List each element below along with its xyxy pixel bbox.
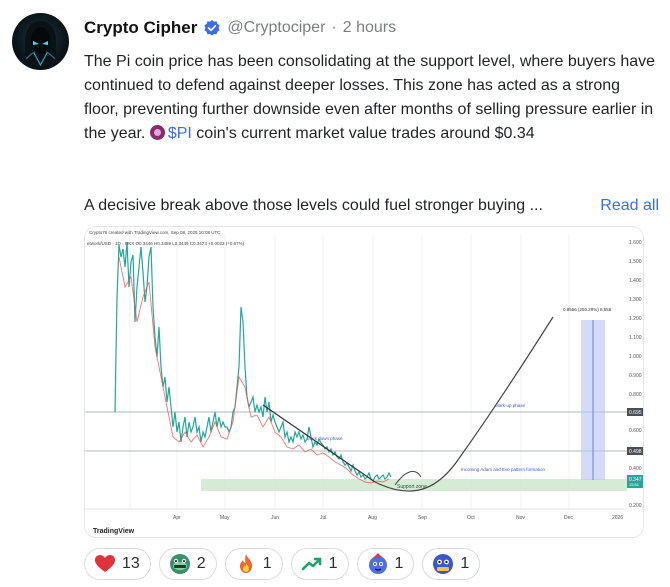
post-teaser: A decisive break above those levels coul… <box>84 194 659 218</box>
price-chart: 1.600 1.500 1.400 1.300 1.200 1.100 1.00… <box>85 227 643 537</box>
verified-badge-icon <box>204 20 220 36</box>
author-name[interactable]: Crypto Cipher <box>84 18 197 38</box>
reaction-pump[interactable]: 1 <box>422 548 481 580</box>
chart-header-credit: Crypto76 created with TradingView.com, S… <box>89 230 221 235</box>
price-tag-time: 15:51 <box>629 482 640 487</box>
author-handle[interactable]: @Cryptociper <box>227 19 325 37</box>
avatar[interactable] <box>12 13 69 70</box>
price-tag-upper: 0.695 <box>629 410 642 416</box>
markup-annotation: Mark-up phase <box>495 403 526 408</box>
reaction-count: 1 <box>328 555 338 572</box>
price-tag-mid: 0.498 <box>629 449 642 455</box>
reaction-count: 1 <box>262 555 272 572</box>
pi-coin-icon <box>149 125 165 140</box>
ticker-link[interactable]: $PI <box>168 125 192 142</box>
trending-up-icon <box>301 557 321 571</box>
teaser-text: A decisive break above those levels coul… <box>84 197 526 214</box>
y-tick-label: 0.600 <box>629 428 642 434</box>
post-time[interactable]: 2 hours <box>343 19 396 37</box>
chart-image[interactable]: 1.600 1.500 1.400 1.300 1.200 1.100 1.00… <box>84 226 644 538</box>
y-tick-label: 1.600 <box>629 240 642 246</box>
reactions-bar: 13 2 1 1 1 1 <box>84 548 481 580</box>
ellipsis: ... <box>529 197 543 214</box>
moon-frog-icon <box>169 554 190 574</box>
x-tick-label: Sep <box>418 515 427 521</box>
reaction-fire[interactable]: 1 <box>224 548 283 580</box>
x-tick-label: May <box>220 515 230 521</box>
post-header: Crypto Cipher @Cryptociper · 2 hours <box>84 17 396 39</box>
reaction-rocket[interactable]: 1 <box>356 548 415 580</box>
tradingview-watermark: TradingView <box>93 528 135 535</box>
x-tick-label: Dec <box>564 515 573 521</box>
hooded-figure-icon <box>25 21 56 67</box>
x-tick-label: Aug <box>368 515 377 521</box>
markdown-annotation: Mark down phase <box>307 436 343 441</box>
reaction-trending[interactable]: 1 <box>290 548 349 580</box>
y-tick-label: 1.400 <box>629 278 642 284</box>
y-tick-label: 0.900 <box>629 373 642 379</box>
reaction-heart[interactable]: 13 <box>84 548 151 580</box>
x-tick-label: Apr <box>173 515 181 521</box>
heart-icon <box>95 555 115 572</box>
x-tick-label: Jul <box>320 515 326 521</box>
separator-dot: · <box>331 19 337 36</box>
pattern-annotation: Incoming Adam and Eve pattern formation <box>461 467 546 472</box>
post-body: The Pi coin price has been consolidating… <box>84 50 659 146</box>
y-tick-label: 1.100 <box>629 335 642 341</box>
y-tick-label: 1.200 <box>629 316 642 322</box>
measure-annotation: 0.8556 (250.29%) 8,556 <box>563 307 612 312</box>
reaction-moon[interactable]: 2 <box>158 548 217 580</box>
y-tick-label: 1.500 <box>629 259 642 265</box>
support-zone-label: Support zone <box>397 484 427 490</box>
reaction-count: 1 <box>394 555 404 572</box>
reaction-count: 2 <box>196 555 206 572</box>
reaction-count: 13 <box>122 555 140 572</box>
chart-header-ohlc: etwork/USD · 1D · OKX O0.3446 H0.3489 L0… <box>87 241 245 246</box>
y-tick-label: 0.800 <box>629 392 642 398</box>
y-tick-label: 0.200 <box>629 503 642 509</box>
read-all-link[interactable]: Read all <box>600 194 659 218</box>
pump-mascot-icon <box>433 554 454 574</box>
x-tick-label: 2026 <box>612 515 623 521</box>
rocket-mascot-icon <box>368 553 387 574</box>
x-tick-label: Oct <box>467 515 475 521</box>
fire-icon <box>239 554 252 573</box>
y-tick-label: 0.400 <box>629 466 642 472</box>
post-paragraph-text-2: coin's current market value trades aroun… <box>196 125 535 142</box>
x-tick-label: Nov <box>516 515 525 521</box>
y-tick-label: 1.000 <box>629 354 642 360</box>
x-tick-label: Jun <box>271 515 279 521</box>
y-tick-label: 1.300 <box>629 297 642 303</box>
reaction-count: 1 <box>460 555 470 572</box>
